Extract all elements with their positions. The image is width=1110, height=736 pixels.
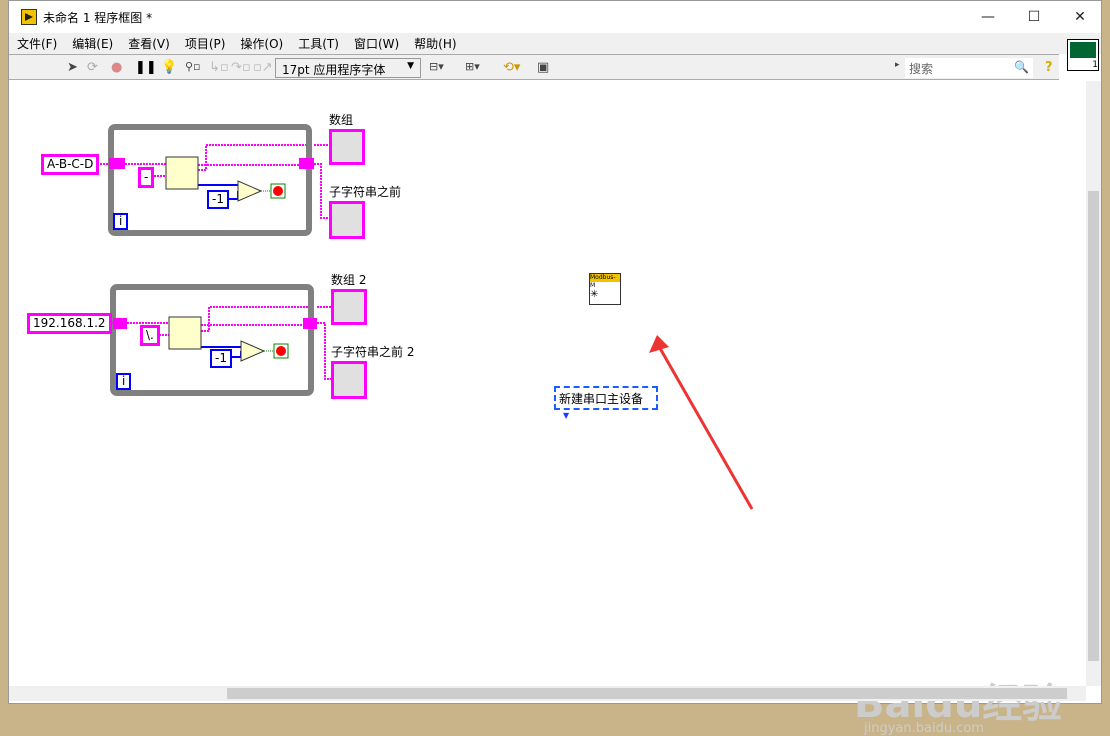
menu-view[interactable]: 查看(V) <box>128 35 170 52</box>
maximize-button[interactable]: ☐ <box>1011 1 1057 33</box>
close-button[interactable]: ✕ <box>1057 1 1103 33</box>
instance-selector-ring[interactable]: 新建串口主设备 ▼ <box>554 386 658 420</box>
font-dropdown[interactable]: 17pt 应用程序字体 ▼ <box>275 58 421 78</box>
title-bar: 未命名 1 程序框图 * — ☐ ✕ <box>9 1 1101 33</box>
menu-window[interactable]: 窗口(W) <box>354 35 399 52</box>
string-indicator-label-2: 子字符串之前 2 <box>331 345 415 359</box>
reorder-icon[interactable]: ⟲▾ <box>503 60 520 75</box>
vertical-scrollbar[interactable] <box>1086 81 1101 686</box>
distribute-objects-icon[interactable]: ⊞▾ <box>465 60 480 73</box>
array-indicator-label-2: 数组 2 <box>331 273 367 287</box>
new-icon: ✳ <box>590 289 599 300</box>
step-over-icon[interactable]: ↷▫ <box>231 60 251 75</box>
run-continuously-icon[interactable]: ⟳ <box>87 60 98 75</box>
step-out-icon[interactable]: ▫↗ <box>253 60 273 75</box>
equal-function-1 <box>237 180 263 202</box>
context-help-icon[interactable]: ? <box>1045 60 1053 75</box>
split-string-function-1 <box>165 156 199 190</box>
menu-tools[interactable]: 工具(T) <box>298 35 339 52</box>
menu-project[interactable]: 项目(P) <box>185 35 226 52</box>
vi-icon-graph <box>1070 42 1096 58</box>
vi-icon-connector-pane[interactable]: 1 <box>1067 39 1099 71</box>
iteration-terminal-2: i <box>116 373 132 390</box>
menu-edit[interactable]: 编辑(E) <box>72 35 113 52</box>
minimize-button[interactable]: — <box>965 1 1011 33</box>
chevron-down-icon: ▼ <box>407 61 414 71</box>
font-value: 17pt 应用程序字体 <box>282 63 386 77</box>
search-placeholder: 搜索 <box>909 62 934 76</box>
equal-function-2 <box>240 340 266 362</box>
menu-bar: 文件(F) 编辑(E) 查看(V) 项目(P) 操作(O) 工具(T) 窗口(W… <box>9 33 1101 54</box>
search-icon[interactable]: 🔍 <box>1014 60 1029 74</box>
string-indicator-label-1: 子字符串之前 <box>329 185 402 199</box>
step-into-icon[interactable]: ↳▫ <box>209 60 229 75</box>
horizontal-scroll-thumb[interactable] <box>227 688 1067 699</box>
modbus-master-node[interactable]: Modbus-M ✳ <box>589 273 621 305</box>
array-indicator-label-1: 数组 <box>329 113 354 127</box>
align-objects-icon[interactable]: ⊟▾ <box>429 60 444 73</box>
vertical-scroll-thumb[interactable] <box>1088 191 1099 661</box>
ring-value: 新建串口主设备 <box>559 392 644 406</box>
labview-app-icon <box>21 9 37 25</box>
string-constant-input-2[interactable]: 192.168.1.2 <box>27 313 112 334</box>
pause-icon[interactable]: ❚❚ <box>135 60 157 75</box>
menu-help[interactable]: 帮助(H) <box>414 35 456 52</box>
menu-operate[interactable]: 操作(O) <box>240 35 283 52</box>
labview-window: 未命名 1 程序框图 * — ☐ ✕ 文件(F) 编辑(E) 查看(V) 项目(… <box>8 0 1102 736</box>
cleanup-diagram-icon[interactable]: ▣ <box>537 60 549 75</box>
iteration-terminal-1: i <box>113 213 129 230</box>
split-string-function-2 <box>168 316 202 350</box>
string-wires-2 <box>99 306 331 380</box>
search-input[interactable]: 搜索 🔍 <box>905 58 1033 78</box>
delimiter-constant-1[interactable]: - <box>138 167 155 188</box>
annotation-arrow <box>655 342 754 510</box>
abort-icon[interactable]: ● <box>111 60 122 75</box>
highlight-execution-icon[interactable]: 💡 <box>161 60 177 75</box>
numeric-constant-2[interactable]: -1 <box>210 349 232 368</box>
diagram-wires <box>97 124 754 510</box>
string-constant-input-1[interactable]: A-B-C-D <box>41 154 100 175</box>
numeric-constant-1[interactable]: -1 <box>207 190 229 209</box>
run-arrow-icon[interactable]: ➤ <box>67 60 78 75</box>
baidu-watermark-url: jingyan.baidu.com <box>864 721 984 736</box>
delimiter-constant-2[interactable]: \. <box>140 325 160 346</box>
expand-arrow-icon[interactable]: ▸ <box>895 60 900 70</box>
toolbar: ➤ ⟳ ● ❚❚ 💡 ⚲▫ ↳▫ ↷▫ ▫↗ 17pt 应用程序字体 ▼ ⊟▾ ⊞… <box>9 54 1059 80</box>
connector-number: 1 <box>1092 60 1098 70</box>
horizontal-scrollbar[interactable] <box>9 686 1086 701</box>
menu-file[interactable]: 文件(F) <box>17 35 57 52</box>
window-title: 未命名 1 程序框图 * <box>43 10 153 25</box>
chevron-down-icon: ▼ <box>563 411 570 420</box>
retain-wire-values-icon[interactable]: ⚲▫ <box>185 60 201 73</box>
block-diagram-canvas[interactable]: A-B-C-D - -1 i 数组 子字符串之前 192.168.1.2 \. … <box>9 81 1086 736</box>
modbus-header: Modbus-M <box>590 274 620 289</box>
